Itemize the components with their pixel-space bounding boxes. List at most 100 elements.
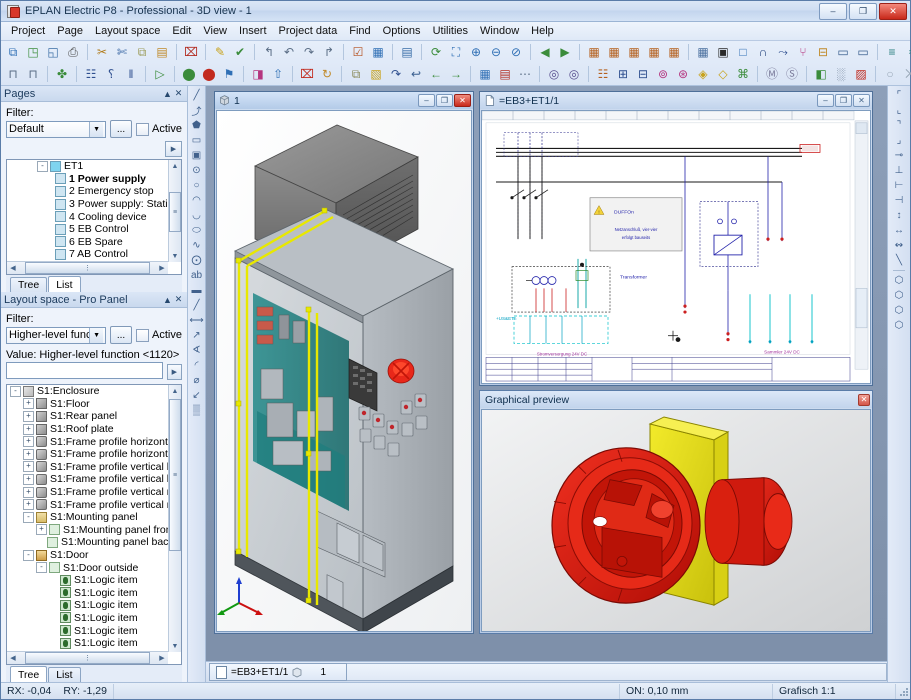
scroll-down-icon[interactable]: ▼ [170, 640, 181, 652]
motor-icon[interactable]: Ⓜ [762, 64, 782, 84]
connection-point-icon[interactable]: ☷ [81, 64, 101, 84]
layout-tab-tree[interactable]: Tree [10, 666, 47, 682]
scroll-up-icon[interactable]: ▲ [170, 385, 181, 397]
scroll-up-icon[interactable]: ▲ [170, 160, 181, 172]
expand-collapse-icon[interactable]: + [23, 474, 34, 485]
layout-tree-item[interactable]: S1:Logic item [7, 587, 168, 600]
graphical-preview-close-button[interactable]: ✕ [858, 394, 870, 406]
menu-item-insert[interactable]: Insert [233, 23, 273, 39]
layout-hscroll-thumb[interactable]: ⋮ [25, 652, 150, 664]
bus-icon[interactable]: ‖ [121, 64, 141, 84]
menu-item-layout-space[interactable]: Layout space [89, 23, 166, 39]
cable-icon[interactable]: ⊚ [653, 64, 673, 84]
layout-active-checkbox-wrap[interactable]: Active [136, 329, 182, 342]
align-bottom-right-icon[interactable]: ⌟ [892, 133, 907, 148]
pages-tree-item[interactable]: 4 Cooling device [7, 210, 168, 223]
layout-collapse-icon[interactable]: ▲ [162, 294, 173, 305]
pages-hscroll-thumb[interactable]: ⋮ [25, 262, 150, 274]
refresh-icon[interactable]: ⟳ [426, 42, 446, 62]
potential-icon[interactable]: ⊟ [813, 42, 833, 62]
pages-filter-select[interactable]: Default ▼ [6, 121, 106, 138]
grid-d-icon[interactable]: ▦ [644, 42, 664, 62]
shield-2-icon[interactable]: ◇ [713, 64, 733, 84]
layout-active-checkbox[interactable] [136, 329, 149, 342]
circle-3point-draw-icon[interactable]: ○ [189, 178, 204, 193]
field-icon[interactable]: ▭ [833, 42, 853, 62]
rectangle-center-draw-icon[interactable]: ▣ [189, 148, 204, 163]
pages-tree-vscrollbar[interactable]: ▲ ≡ ▼ [168, 160, 181, 262]
view3d-close-button[interactable]: ✕ [454, 94, 471, 107]
menu-item-project-data[interactable]: Project data [273, 23, 344, 39]
layout-tree-item[interactable]: +S1:Frame profile vertical left f [7, 461, 168, 474]
grid-c-icon[interactable]: ▦ [624, 42, 644, 62]
layout-tree-item[interactable]: S1:Logic item [7, 574, 168, 587]
layout-filter-settings-button[interactable]: ... [110, 326, 132, 344]
wire-numbering-icon[interactable]: ≡ [882, 42, 902, 62]
schematic-minimize-button[interactable]: – [817, 94, 834, 107]
view-isometric-icon[interactable]: ⬡ [892, 273, 907, 288]
dimension-aligned-icon[interactable]: ↗ [189, 328, 204, 343]
layout-tree-item[interactable]: S1:Logic item [7, 599, 168, 612]
layout-tree-item[interactable]: +S1:Frame profile vertical right [7, 498, 168, 511]
scroll-right-icon[interactable]: ▶ [156, 653, 168, 664]
zoom-window-icon[interactable]: ⛶ [446, 42, 466, 62]
new-page-icon[interactable]: ▧ [366, 64, 386, 84]
layout-tree-item[interactable]: -S1:Enclosure [7, 385, 168, 398]
view-front-icon[interactable]: ⬡ [892, 288, 907, 303]
sensor-icon[interactable]: Ⓢ [782, 64, 802, 84]
view-side-icon[interactable]: ⬡ [892, 303, 907, 318]
expand-collapse-icon[interactable]: - [36, 562, 47, 573]
align-top-left-icon[interactable]: ⌜ [892, 88, 907, 103]
expand-collapse-icon[interactable]: - [23, 550, 34, 561]
jump-start-icon[interactable]: ↰ [259, 42, 279, 62]
pages-tree[interactable]: -ET11 Power supply2 Emergency stop3 Powe… [6, 159, 182, 275]
open-project-icon[interactable]: ◳ [23, 42, 43, 62]
align-top-right-icon[interactable]: ⌝ [892, 118, 907, 133]
view3d-canvas[interactable] [216, 110, 472, 632]
dimension-diameter-icon[interactable]: ⌀ [189, 373, 204, 388]
update-page-icon[interactable]: ↻ [317, 64, 337, 84]
delete-page-icon[interactable]: ⌧ [297, 64, 317, 84]
copy-icon[interactable]: ⧉ [132, 42, 152, 62]
macro-icon[interactable]: ▦ [475, 64, 495, 84]
schematic-close-button[interactable]: ✕ [853, 94, 870, 107]
menu-item-edit[interactable]: Edit [166, 23, 197, 39]
layout-tree-item[interactable]: +S1:Frame profile vertical right [7, 486, 168, 499]
cable-2-icon[interactable]: ⊛ [673, 64, 693, 84]
plug-icon[interactable]: ⊞ [613, 64, 633, 84]
pages-close-icon[interactable]: ✕ [173, 88, 184, 99]
connection-symbol-icon[interactable]: ⑂ [793, 42, 813, 62]
distribute-vertical-icon[interactable]: ⊥ [892, 163, 907, 178]
expand-collapse-icon[interactable]: + [23, 424, 34, 435]
scroll-left-icon[interactable]: ◀ [7, 653, 19, 664]
zoom-in-icon[interactable]: ⊕ [466, 42, 486, 62]
schematic-titlebar[interactable]: =EB3+ET1/1 – ❐ ✕ [480, 92, 872, 109]
upload-page-icon[interactable]: ⇧ [268, 64, 288, 84]
node-icon[interactable]: ⸮ [101, 64, 121, 84]
window-maximize-button[interactable]: ❐ [849, 3, 877, 20]
grid-toggle-icon[interactable]: ▦ [693, 42, 713, 62]
add-part-icon[interactable]: ✤ [52, 64, 72, 84]
distribute-horizontal-icon[interactable]: ⊸ [892, 148, 907, 163]
layout-close-icon[interactable]: ✕ [173, 294, 184, 305]
rectangle-draw-icon[interactable]: ▭ [189, 133, 204, 148]
object-snap-icon[interactable]: □ [733, 42, 753, 62]
layout-tree-item[interactable]: +S1:Rear panel [7, 410, 168, 423]
expand-collapse-icon[interactable]: - [37, 161, 48, 172]
check-project-icon[interactable]: ☑ [348, 42, 368, 62]
placeholder-text-icon[interactable]: ▬ [189, 283, 204, 298]
new-project-icon[interactable]: ⧉ [3, 42, 23, 62]
expand-collapse-icon[interactable]: + [36, 524, 47, 535]
paste-icon[interactable]: ▤ [152, 42, 172, 62]
align-bottom-left-icon[interactable]: ⌞ [892, 103, 907, 118]
expand-collapse-icon[interactable]: + [23, 449, 34, 460]
navigate-icon[interactable]: ▷ [150, 64, 170, 84]
center-horizontal-icon[interactable]: ↕ [892, 208, 907, 223]
graphical-preview-canvas[interactable] [481, 409, 871, 632]
view3d-titlebar[interactable]: 1 – ❐ ✕ [215, 92, 473, 109]
arc-3point-draw-icon[interactable]: ◡ [189, 208, 204, 223]
view3d-minimize-button[interactable]: – [418, 94, 435, 107]
field2-icon[interactable]: ▭ [853, 42, 873, 62]
layout-tree-vscrollbar[interactable]: ▲ ≡ ▼ [168, 385, 181, 652]
expand-collapse-icon[interactable]: + [23, 499, 34, 510]
